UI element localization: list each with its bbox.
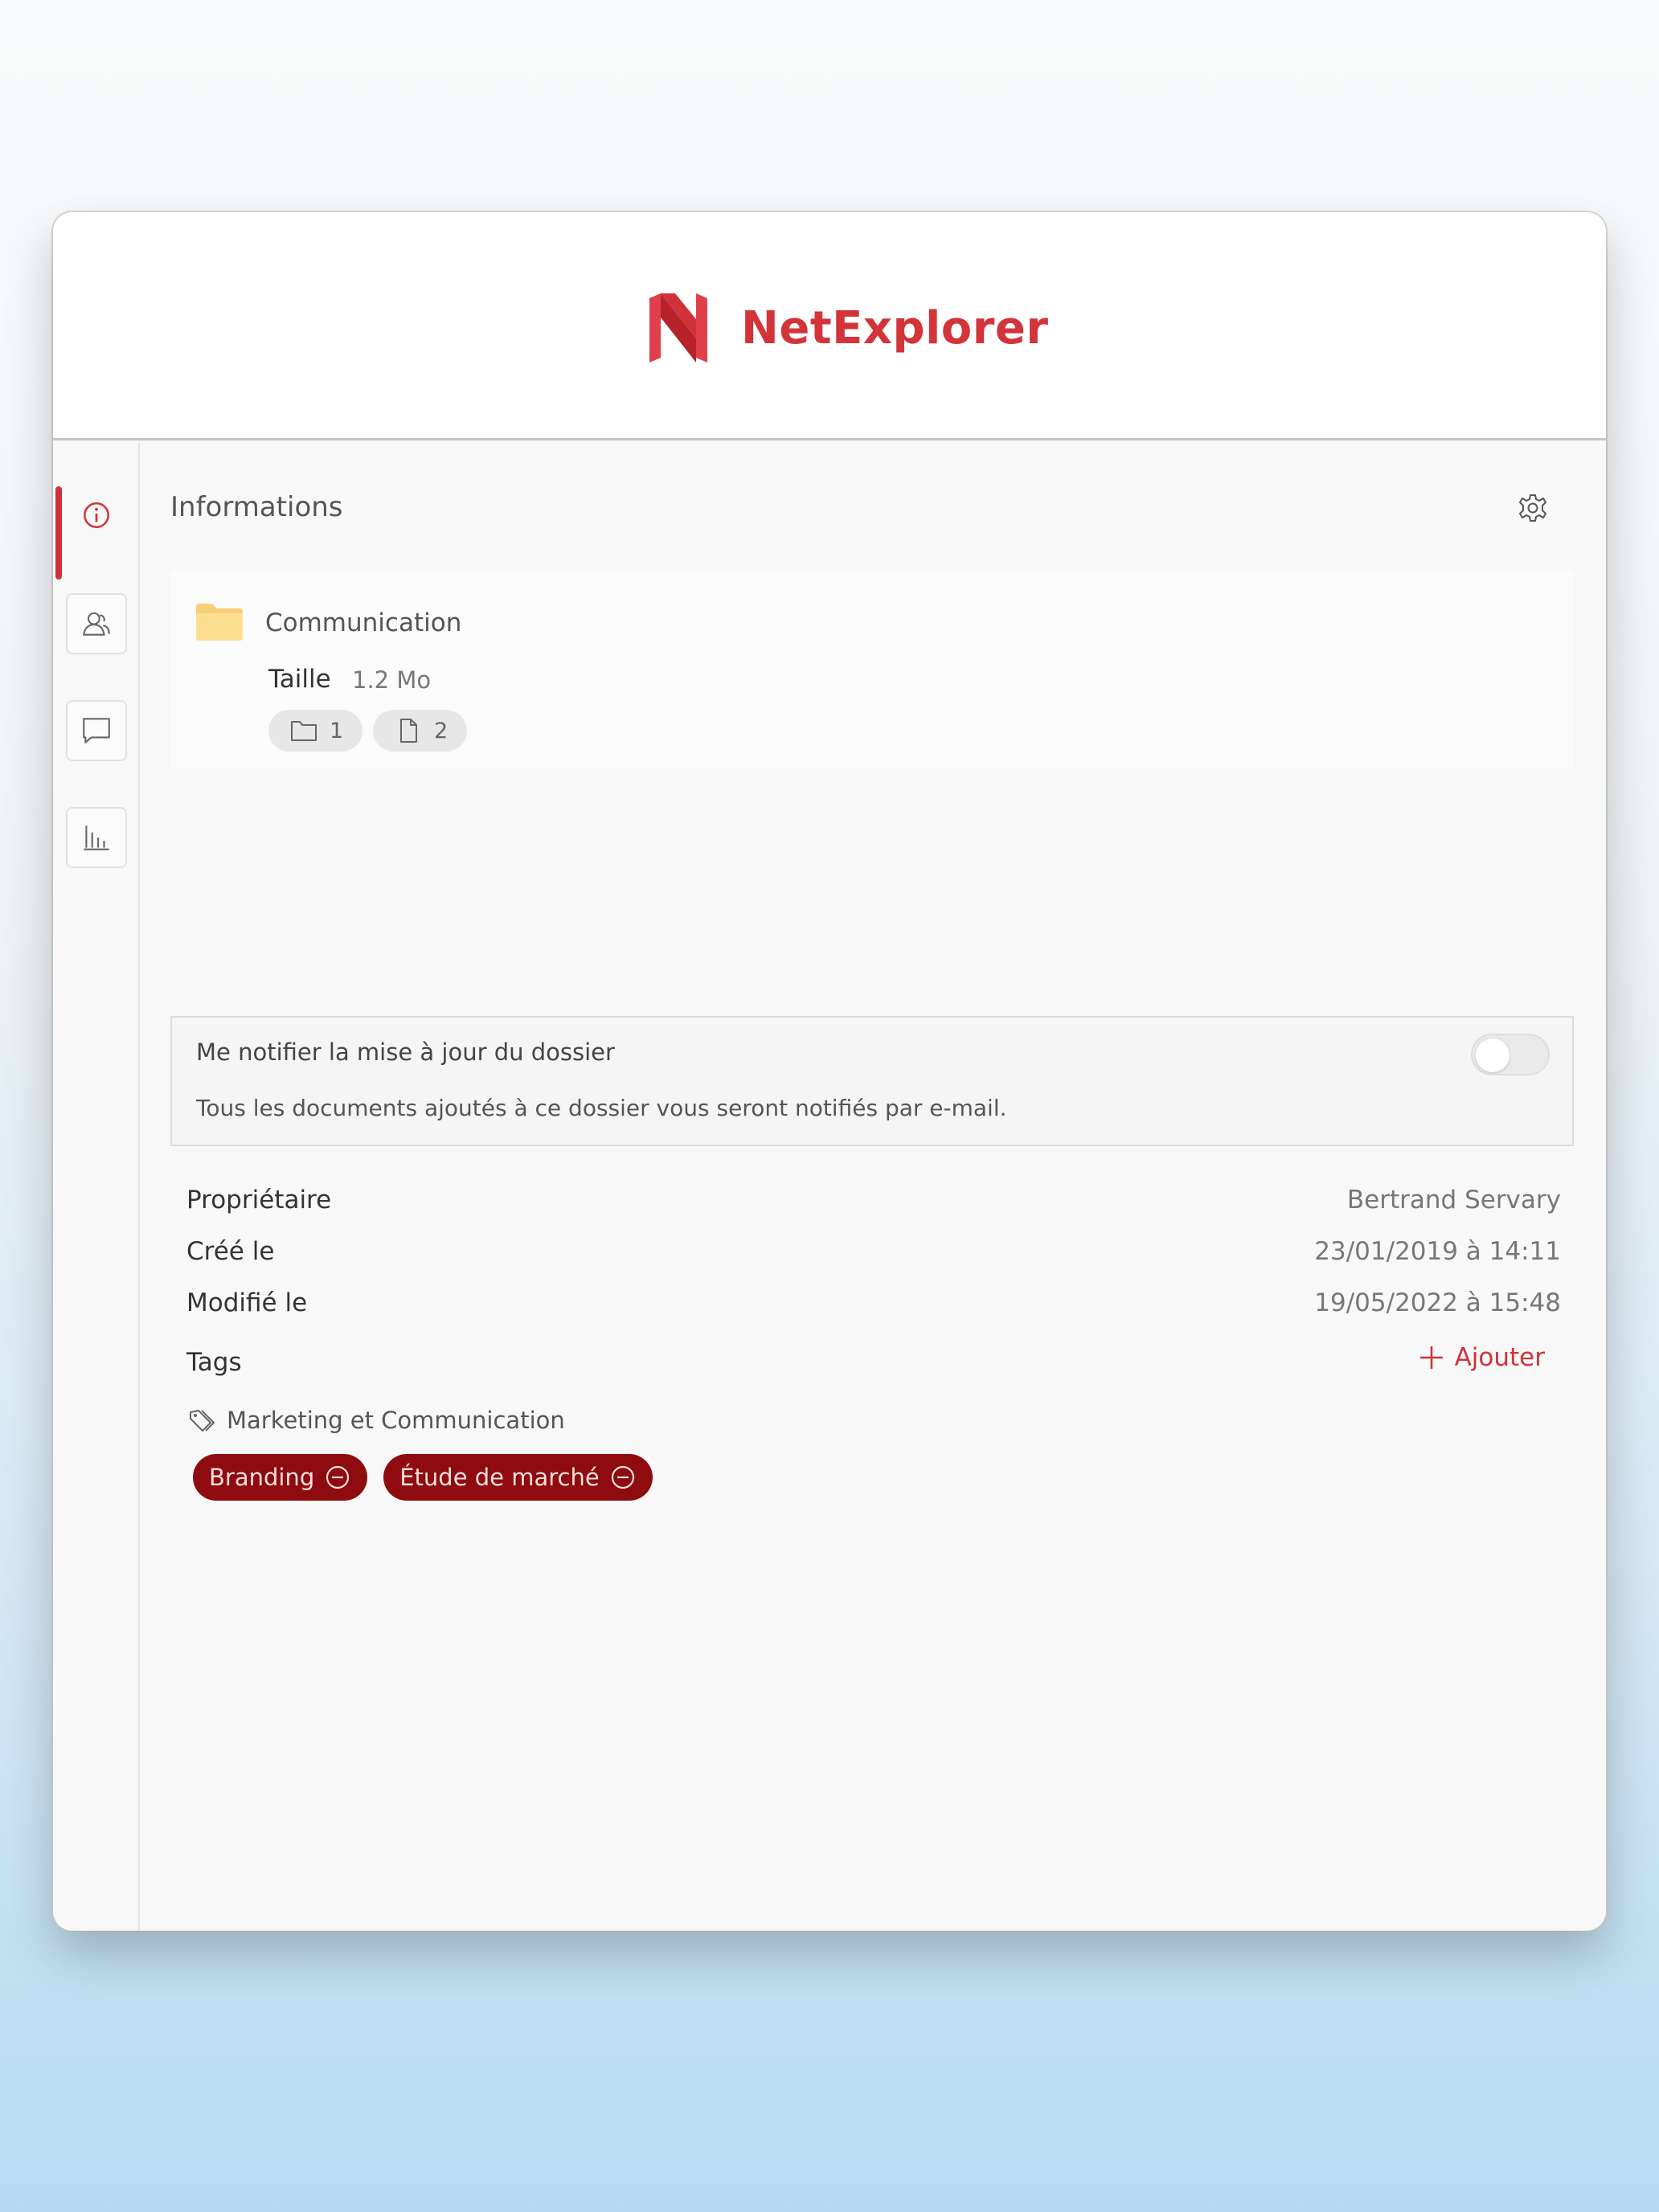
rail-tab-info[interactable]: [66, 485, 127, 546]
file-count-badge: 2: [373, 710, 468, 752]
add-tag-label: Ajouter: [1454, 1343, 1545, 1372]
size-label: Taille: [268, 665, 331, 694]
modified-label: Modifié le: [186, 1288, 308, 1317]
created-value: 23/01/2019 à 14:11: [1314, 1237, 1561, 1266]
rail-active-indicator: [55, 486, 62, 580]
subfolder-count-badge: 1: [268, 710, 363, 752]
close-icon: [1604, 492, 1606, 524]
owner-value: Bertrand Servary: [1346, 1186, 1561, 1215]
netexplorer-logo: NetExplorer: [648, 289, 1048, 367]
folder-summary-card: Communication Taille 1.2 Mo 1 2: [170, 571, 1574, 769]
modified-value: 19/05/2022 à 15:48: [1314, 1288, 1561, 1317]
plus-icon: [1419, 1346, 1443, 1369]
tags-row: Tags: [186, 1348, 1561, 1383]
notify-section: Me notifier la mise à jour du dossier To…: [170, 1016, 1574, 1146]
tags-label: Tags: [186, 1348, 242, 1377]
netexplorer-logo-icon: [649, 293, 707, 363]
remove-tag-icon[interactable]: [609, 1464, 637, 1491]
tag-chip[interactable]: Étude de marché: [383, 1454, 653, 1501]
tag-group-name: Marketing et Communication: [227, 1407, 565, 1434]
info-panel: Informations Communication Taille 1.2 Mo: [140, 443, 1606, 1931]
tag-chip[interactable]: Branding: [193, 1454, 368, 1501]
file-icon: [400, 719, 417, 743]
tag-chip-label: Étude de marché: [399, 1464, 600, 1491]
info-icon: [84, 502, 109, 528]
toggle-knob: [1476, 1038, 1509, 1072]
panel-title: Informations: [170, 491, 343, 523]
created-row: Créé le 23/01/2019 à 14:11: [186, 1237, 1561, 1272]
add-tag-button[interactable]: Ajouter: [1418, 1343, 1545, 1372]
side-rail: [53, 443, 140, 1931]
tags-icon: [190, 1410, 215, 1432]
rail-tab-users[interactable]: [66, 593, 127, 654]
tag-group: Marketing et Communication: [188, 1407, 565, 1434]
folder-icon: [196, 604, 243, 641]
created-label: Créé le: [186, 1237, 275, 1266]
close-button[interactable]: [1600, 488, 1606, 528]
app-header: NetExplorer: [53, 212, 1606, 440]
modified-row: Modifié le 19/05/2022 à 15:48: [186, 1288, 1561, 1324]
notify-toggle[interactable]: [1471, 1034, 1550, 1075]
subfolder-count: 1: [330, 718, 344, 743]
notify-description: Tous les documents ajoutés à ce dossier …: [196, 1095, 1007, 1121]
owner-row: Propriétaire Bertrand Servary: [186, 1186, 1561, 1221]
rail-tab-stats[interactable]: [66, 807, 127, 868]
settings-button[interactable]: [1513, 488, 1553, 528]
info-window: NetExplorer Informations Communication T…: [53, 212, 1606, 1931]
brand-name: NetExplorer: [741, 301, 1049, 354]
owner-label: Propriétaire: [186, 1186, 332, 1215]
tag-chips: Branding Étude de marché: [193, 1454, 653, 1501]
tag-chip-label: Branding: [209, 1464, 315, 1491]
size-value: 1.2 Mo: [352, 666, 432, 694]
gear-icon: [1519, 494, 1546, 522]
notify-title: Me notifier la mise à jour du dossier: [196, 1038, 615, 1066]
user-share-icon: [83, 612, 110, 636]
bar-chart-icon: [84, 825, 109, 850]
folder-outline-icon: [291, 721, 317, 741]
comment-icon: [83, 718, 110, 743]
folder-name: Communication: [265, 608, 462, 637]
remove-tag-icon[interactable]: [324, 1464, 351, 1491]
file-count: 2: [434, 718, 449, 743]
rail-tab-comments[interactable]: [66, 700, 127, 761]
